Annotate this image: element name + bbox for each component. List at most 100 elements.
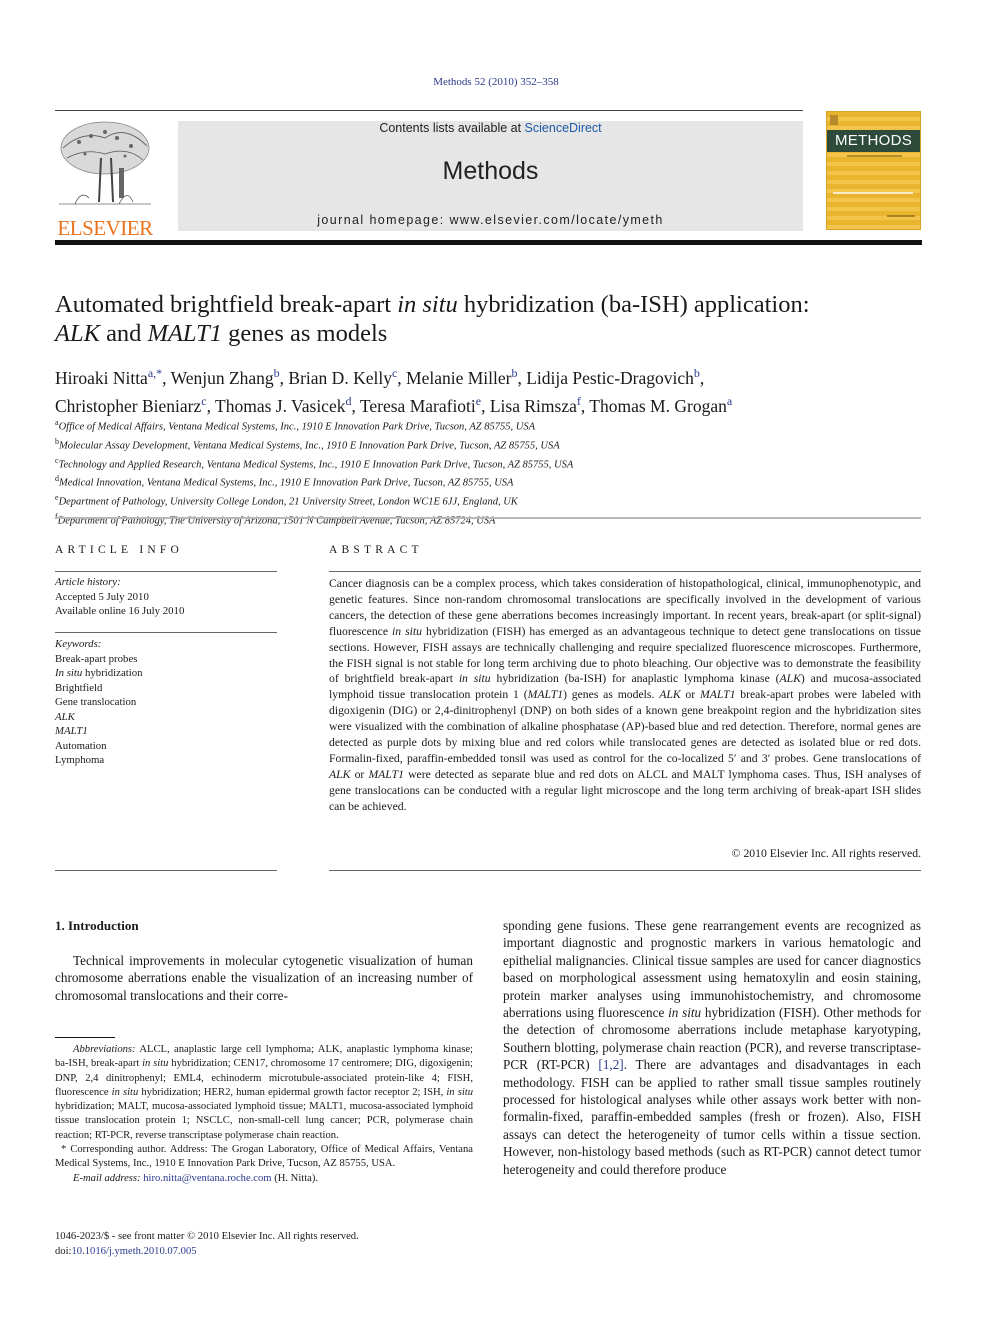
author-affiliation-link[interactable]: a,* <box>148 366 162 380</box>
keyword: MALT1 <box>55 724 277 739</box>
keyword-text: hybridization <box>82 667 143 679</box>
author-name: Thomas J. Vasicek <box>215 395 346 416</box>
title-italic: ALK <box>55 320 100 347</box>
cover-volume <box>887 215 915 217</box>
author-separator: , <box>162 367 171 388</box>
sciencedirect-link[interactable]: ScienceDirect <box>525 121 602 135</box>
body-run: . There are advantages and disadvantages… <box>503 1057 921 1177</box>
journal-banner: Contents lists available at ScienceDirec… <box>178 121 803 231</box>
abbreviations-label: Abbreviations: <box>73 1044 136 1055</box>
affiliation-text: Medical Innovation, Ventana Medical Syst… <box>59 477 514 489</box>
citation-link[interactable]: Methods 52 (2010) 352–358 <box>433 76 559 88</box>
issn-line: 1046-2023/$ - see front matter © 2010 El… <box>55 1231 359 1242</box>
abstract-italic: MALT1 <box>368 767 404 781</box>
keyword: Gene translocation <box>55 695 277 710</box>
history-label: Article history: <box>55 576 121 588</box>
keyword-text: Break-apart probes <box>55 652 138 665</box>
cover-title: METHODS <box>827 130 920 152</box>
author: Teresa Marafiotie, <box>360 394 490 416</box>
author-separator: , <box>481 395 490 416</box>
footnote-run: hybridization; MALT, mucosa-associated l… <box>55 1101 473 1141</box>
title-text: Automated brightfield break-apart <box>55 291 398 318</box>
header-rule <box>55 110 803 111</box>
journal-homepage-link[interactable]: journal homepage: www.elsevier.com/locat… <box>178 213 803 227</box>
abstract-italic: in situ <box>392 624 423 638</box>
author-list: Hiroaki Nittaa,*, Wenjun Zhangb, Brian D… <box>55 362 925 418</box>
abstract-run: or <box>680 688 700 702</box>
author-name: Hiroaki Nitta <box>55 367 148 388</box>
keyword: Brightfield <box>55 681 277 696</box>
keywords-rule <box>55 632 277 633</box>
author-separator: , <box>397 367 407 388</box>
email-link[interactable]: hiro.nitta@ventana.roche.com <box>143 1173 271 1184</box>
author-name: Christopher Bieniarz <box>55 395 202 416</box>
keyword: Lymphoma <box>55 753 277 768</box>
author-separator: , <box>351 395 360 416</box>
author-name: Melanie Miller <box>406 367 512 388</box>
author-separator: , <box>517 367 527 388</box>
keyword-italic: ALK <box>55 710 75 723</box>
article-title: Automated brightfield break-apart in sit… <box>55 290 925 348</box>
affiliation: bMolecular Assay Development, Ventana Me… <box>55 435 925 454</box>
author: Lidija Pestic-Dragovichb, <box>526 366 704 388</box>
keyword-text: Automation <box>55 739 107 752</box>
elsevier-wordmark: ELSEVIER <box>57 216 153 240</box>
abstract-bottom-rule <box>329 870 921 871</box>
author-name: Lisa Rimsza <box>489 395 577 416</box>
author: Hiroaki Nittaa,*, <box>55 366 171 388</box>
front-matter: 1046-2023/$ - see front matter © 2010 El… <box>55 1230 473 1259</box>
author-name: Lidija Pestic-Dragovich <box>526 367 694 388</box>
introduction-paragraph-continued: sponding gene fusions. These gene rearra… <box>503 917 921 1178</box>
abstract-run: hybridization (ba-ISH) for anaplastic ly… <box>490 672 780 686</box>
affiliation-text: Molecular Assay Development, Ventana Med… <box>59 440 560 452</box>
section-divider <box>55 517 921 519</box>
doi-link[interactable]: 10.1016/j.ymeth.2010.07.005 <box>71 1246 196 1257</box>
article-history: Article history: Accepted 5 July 2010 Av… <box>55 575 277 619</box>
keyword: In situ hybridization <box>55 666 277 681</box>
cover-publisher-mark <box>830 115 838 125</box>
keyword: ALK <box>55 710 277 725</box>
affiliation: eDepartment of Pathology, University Col… <box>55 491 925 510</box>
keyword-italic: MALT1 <box>55 725 88 737</box>
elsevier-logo[interactable]: ELSEVIER <box>55 118 155 239</box>
doi-prefix: doi: <box>55 1245 72 1257</box>
author-affiliation-link[interactable]: a <box>727 394 732 408</box>
keyword-text: Lymphoma <box>55 754 105 766</box>
body-italic: in situ <box>668 1005 702 1021</box>
abstract-text: Cancer diagnosis can be a complex proces… <box>329 576 921 815</box>
footnote-rule <box>55 1037 115 1038</box>
keywords-block: Keywords: Break-apart probes In situ hyb… <box>55 637 277 768</box>
affiliation-text: Department of Pathology, University Coll… <box>58 496 518 508</box>
corresponding-author-footnote: * Corresponding author. Address: The Gro… <box>55 1144 473 1170</box>
title-text: and <box>99 320 148 347</box>
abstract-italic: MALT1 <box>527 688 564 702</box>
affiliation: dMedical Innovation, Ventana Medical Sys… <box>55 472 925 491</box>
online-date: Available online 16 July 2010 <box>55 605 185 617</box>
journal-citation[interactable]: Methods 52 (2010) 352–358 <box>0 76 992 88</box>
title-italic: in situ <box>397 291 458 318</box>
email-suffix: (H. Nitta). <box>271 1172 319 1184</box>
keyword: Automation <box>55 739 277 754</box>
author-name: Brian D. Kelly <box>288 367 392 388</box>
footnote-run: hybridization; HER2, human epidermal gro… <box>138 1086 447 1098</box>
doi-line: doi:10.1016/j.ymeth.2010.07.005 <box>55 1245 473 1260</box>
author: Lisa Rimszaf, <box>489 394 589 416</box>
abstract-italic: in situ <box>458 672 491 686</box>
keyword-text: Brightfield <box>55 681 103 694</box>
abstract-run: ) genes as models. <box>563 688 660 702</box>
footnote-italic: in situ <box>142 1058 169 1070</box>
abstract-rule <box>329 571 921 572</box>
author-separator: , <box>206 395 216 416</box>
author: Thomas J. Vasicekd, <box>215 394 360 416</box>
footnote-italic: in situ <box>446 1086 474 1098</box>
affiliation: fDepartment of Pathology, The University… <box>55 510 925 529</box>
reference-link[interactable]: [1,2] <box>598 1057 623 1072</box>
affiliation-text: Technology and Applied Research, Ventana… <box>58 459 574 471</box>
affiliation: aOffice of Medical Affairs, Ventana Medi… <box>55 416 925 435</box>
introduction-paragraph: Technical improvements in molecular cyto… <box>55 953 473 1003</box>
title-text: genes as models <box>221 320 388 347</box>
abbreviations-footnote: Abbreviations: ALCL, anaplastic large ce… <box>55 1043 473 1143</box>
author: Christopher Bieniarzc, <box>55 394 216 416</box>
journal-cover-thumbnail[interactable]: METHODS <box>826 111 921 230</box>
abstract-heading: ABSTRACT <box>329 544 423 556</box>
